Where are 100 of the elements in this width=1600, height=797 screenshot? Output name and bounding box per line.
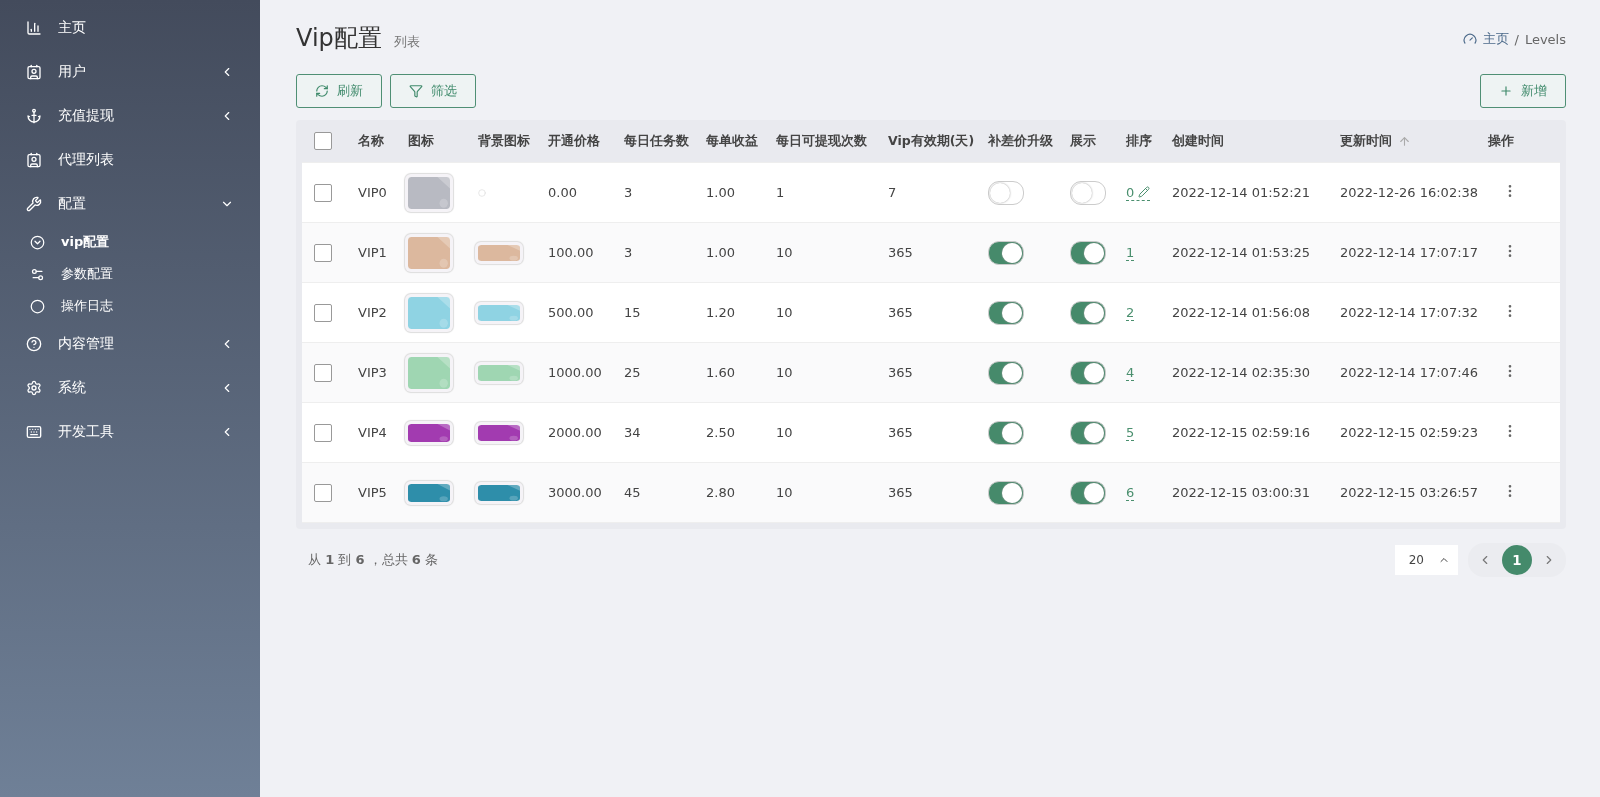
nav-icon	[26, 380, 42, 396]
table-cell-text: 2022-12-14 01:56:08	[1172, 305, 1312, 320]
breadcrumb-link[interactable]: 主页	[1482, 30, 1509, 48]
nav-icon	[26, 64, 42, 80]
sidebar-subitem[interactable]: vip配置	[0, 226, 260, 258]
column-header[interactable]: 每日可提现次数	[776, 132, 888, 150]
toggle-switch[interactable]	[988, 360, 1024, 385]
table-cell-text: 2022-12-14 02:35:30	[1172, 365, 1312, 380]
column-header[interactable]: 每日任务数	[624, 132, 706, 150]
table-cell-text: 1000.00	[548, 365, 603, 380]
table-cell-text: 2022-12-15 02:59:23	[1340, 425, 1480, 440]
select-all-checkbox[interactable]	[314, 132, 332, 150]
nav-icon	[26, 336, 42, 352]
table-cell-text: 365	[888, 245, 914, 260]
row-checkbox[interactable]	[314, 423, 332, 442]
sidebar-item[interactable]: 代理列表	[0, 138, 260, 182]
table-cell-text: 25	[624, 365, 642, 380]
column-header[interactable]: 补差价升级	[988, 132, 1070, 150]
table-cell-text: VIP2	[358, 305, 388, 320]
table-cell-text: VIP1	[358, 245, 388, 260]
sort-value-link[interactable]: 0	[1126, 184, 1151, 201]
sidebar-subitem[interactable]: 参数配置	[0, 258, 260, 290]
row-checkbox[interactable]	[314, 243, 332, 262]
nav-icon	[26, 196, 42, 212]
sidebar-item[interactable]: 用户	[0, 50, 260, 94]
sidebar-item[interactable]: 内容管理	[0, 322, 260, 366]
table-cell-text: 10	[776, 365, 794, 380]
row-checkbox[interactable]	[314, 183, 332, 202]
toggle-switch[interactable]	[1070, 240, 1106, 265]
table-cell-text: 365	[888, 425, 914, 440]
sort-value-link[interactable]: 2	[1126, 304, 1135, 321]
table-cell-text: 15	[624, 305, 642, 320]
column-header[interactable]: 每单收益	[706, 132, 776, 150]
table-cell-text: 10	[776, 305, 794, 320]
table-cell-text: 2022-12-14 01:52:21	[1172, 185, 1312, 200]
refresh-icon	[315, 84, 329, 98]
sidebar-subitem[interactable]: 操作日志	[0, 290, 260, 322]
table-cell-text: 2022-12-14 17:07:17	[1340, 245, 1480, 260]
column-header[interactable]: 图标	[408, 132, 478, 150]
toggle-switch[interactable]	[988, 180, 1024, 205]
page-button[interactable]: 1	[1502, 545, 1532, 575]
table-cell-text: 2022-12-15 03:00:31	[1172, 485, 1312, 500]
column-header[interactable]: 更新时间	[1340, 132, 1488, 150]
toggle-switch[interactable]	[1070, 420, 1106, 445]
table-cell-text: 2022-12-15 03:26:57	[1340, 485, 1480, 500]
row-checkbox[interactable]	[314, 483, 332, 502]
toggle-switch[interactable]	[988, 420, 1024, 445]
toggle-switch[interactable]	[1070, 180, 1106, 205]
toggle-switch[interactable]	[988, 300, 1024, 325]
column-header[interactable]: 排序	[1126, 132, 1172, 150]
table-cell-text: 1.60	[706, 365, 736, 380]
sort-value-link[interactable]: 5	[1126, 424, 1135, 441]
sort-value-link[interactable]: 6	[1126, 484, 1135, 501]
breadcrumb-separator: /	[1514, 31, 1519, 47]
toggle-switch[interactable]	[988, 240, 1024, 265]
table-cell-text: VIP3	[358, 365, 388, 380]
table-cell-text: 365	[888, 305, 914, 320]
toggle-switch[interactable]	[988, 480, 1024, 505]
sort-value-link[interactable]: 4	[1126, 364, 1135, 381]
table-cell-text: 10	[776, 485, 794, 500]
table-cell-text: 365	[888, 365, 914, 380]
breadcrumb-current: Levels	[1524, 31, 1566, 47]
table-cell-text: 365	[888, 485, 914, 500]
column-header[interactable]: 操作	[1488, 132, 1560, 150]
sort-arrow-icon	[1398, 134, 1411, 148]
add-button[interactable]: 新增	[1480, 74, 1566, 108]
page-size-select[interactable]: 20	[1394, 545, 1458, 575]
nav-icon	[30, 234, 45, 250]
table-cell-text: 45	[624, 485, 642, 500]
table-cell-text: 34	[624, 425, 642, 440]
row-checkbox[interactable]	[314, 363, 332, 382]
filter-button[interactable]: 筛选	[390, 74, 476, 108]
sidebar-item[interactable]: 充值提现	[0, 94, 260, 138]
table-cell-text: 2022-12-14 17:07:32	[1340, 305, 1480, 320]
table-cell-text: 7	[888, 185, 898, 200]
toggle-switch[interactable]	[1070, 480, 1106, 505]
nav-icon	[30, 298, 45, 314]
nav-icon	[26, 20, 42, 36]
column-header[interactable]: 创建时间	[1172, 132, 1340, 150]
sidebar-item[interactable]: 系统	[0, 366, 260, 410]
column-header[interactable]: 背景图标	[478, 132, 548, 150]
column-header[interactable]: 展示	[1070, 132, 1126, 150]
column-header[interactable]: 名称	[358, 132, 408, 150]
table-cell-text: 2000.00	[548, 425, 603, 440]
column-header[interactable]: 开通价格	[548, 132, 624, 150]
refresh-button[interactable]: 刷新	[296, 74, 382, 108]
toggle-switch[interactable]	[1070, 300, 1106, 325]
table-cell-text: 3	[624, 185, 634, 200]
sidebar-item[interactable]: 开发工具	[0, 410, 260, 454]
nav-icon	[30, 266, 45, 282]
table-cell-text: 2022-12-14 01:53:25	[1172, 245, 1312, 260]
column-header[interactable]: Vip有效期(天)	[888, 132, 988, 150]
sidebar-item[interactable]: 主页	[0, 6, 260, 50]
pagination-summary: 从 1 到 6 ，总共 6 条	[307, 551, 438, 569]
table-cell-text: 1.00	[706, 185, 736, 200]
sidebar-item[interactable]: 配置	[0, 182, 260, 226]
row-checkbox[interactable]	[314, 303, 332, 322]
toggle-switch[interactable]	[1070, 360, 1106, 385]
table-cell-text: VIP4	[358, 425, 388, 440]
sort-value-link[interactable]: 1	[1126, 244, 1135, 261]
